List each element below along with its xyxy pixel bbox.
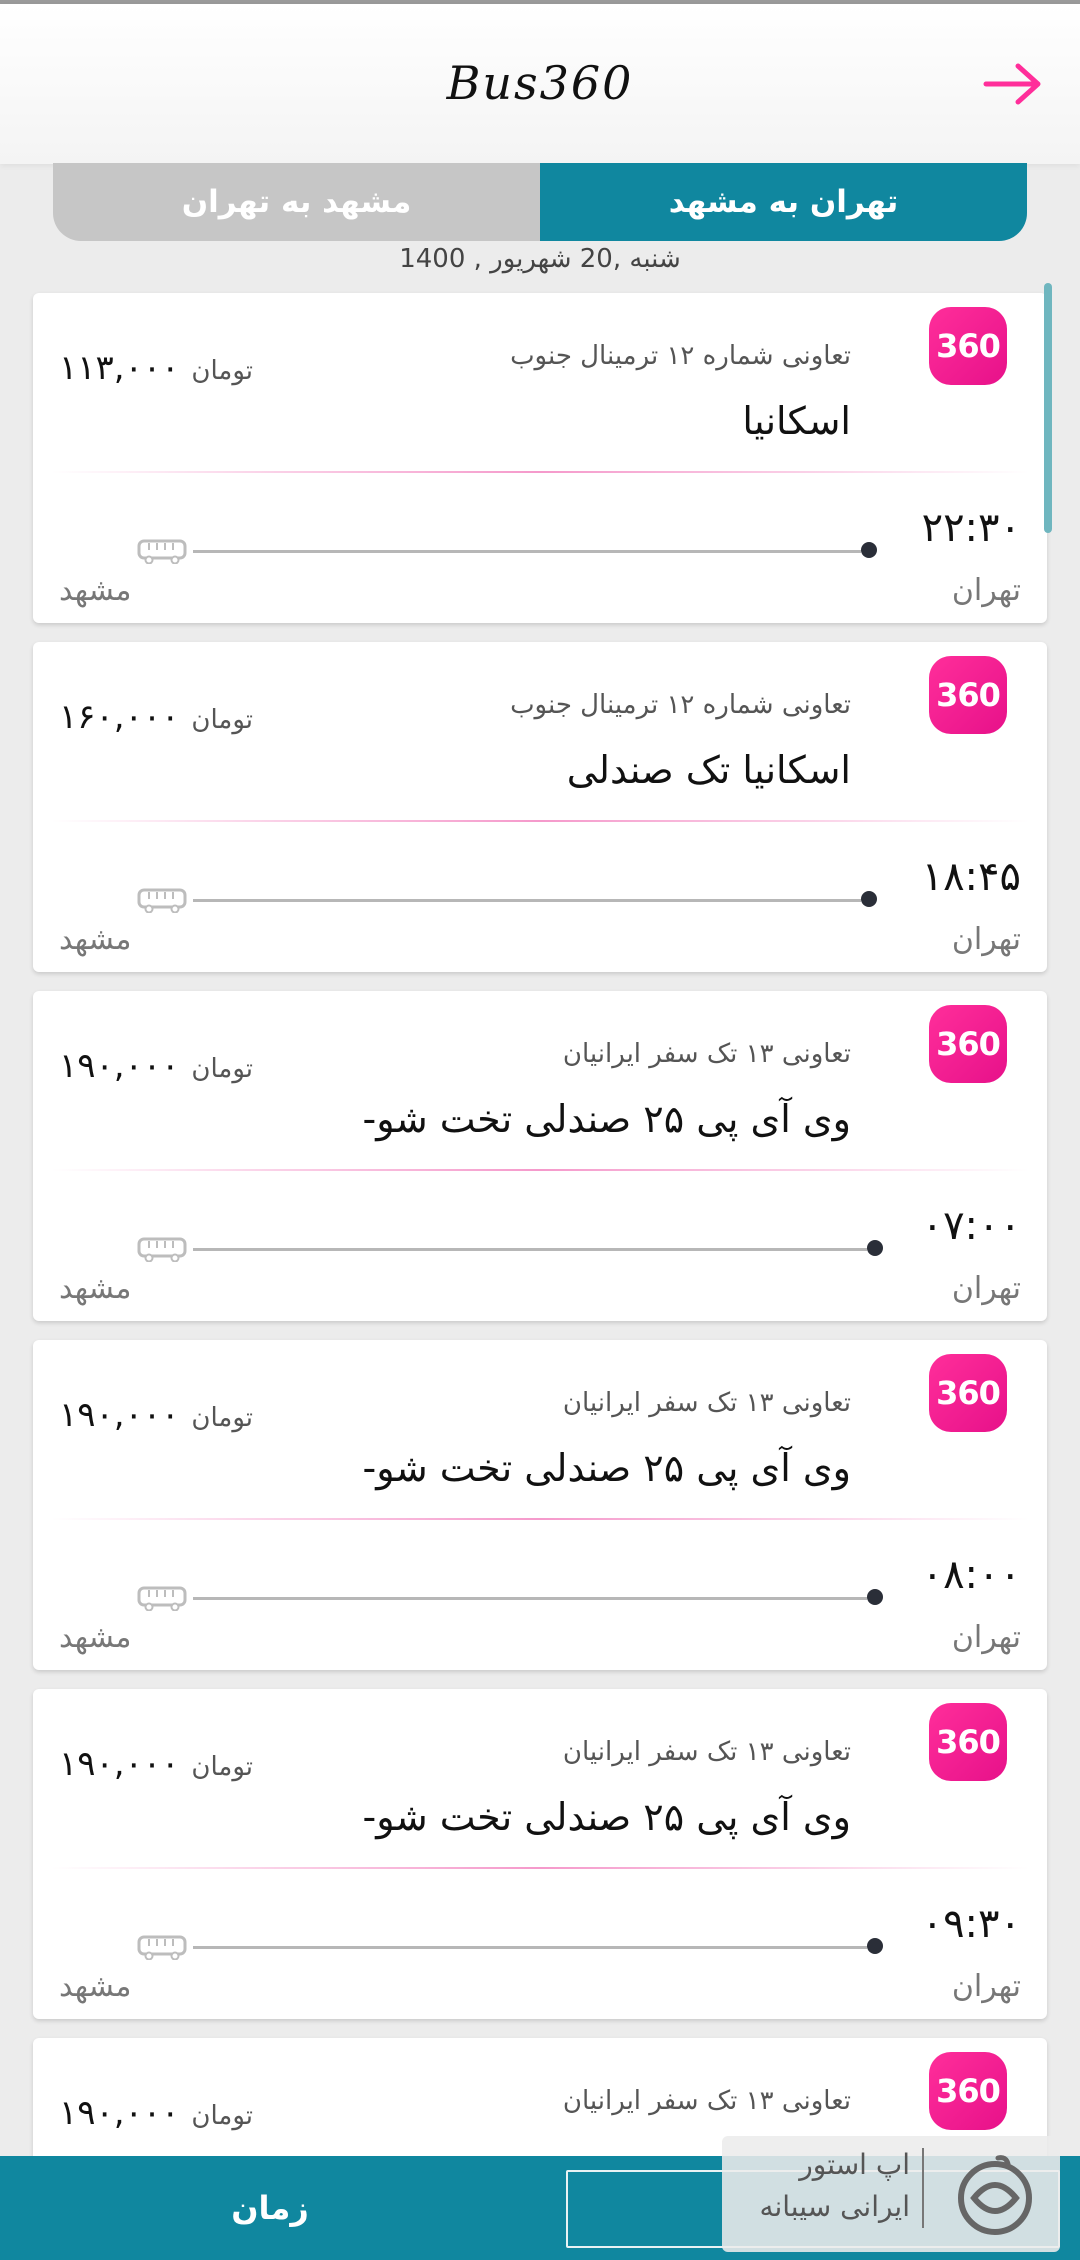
bus360-badge-icon: 360 (929, 1354, 1007, 1432)
price-currency: تومان (191, 2101, 254, 2131)
bus-icon (137, 1237, 187, 1262)
sort-by-time-button[interactable]: زمان (0, 2156, 540, 2260)
departure-time: ۰۸:۰۰ (921, 1552, 1021, 1598)
price-currency: تومان (191, 705, 254, 735)
scrollbar[interactable] (1044, 283, 1052, 533)
price: ۱۹۰,۰۰۰ تومان (59, 2093, 253, 2133)
route-line (193, 899, 861, 902)
origin-dot (867, 1938, 883, 1954)
origin-dot (861, 542, 877, 558)
price-value: ۱۹۰,۰۰۰ (59, 1744, 180, 1784)
price-currency: تومان (191, 1752, 254, 1782)
departure-time: ۰۷:۰۰ (921, 1203, 1021, 1249)
price-currency: تومان (191, 1403, 254, 1433)
price: ۱۶۰,۰۰۰ تومان (59, 697, 253, 737)
bus-icon (137, 1586, 187, 1611)
origin-dot (867, 1240, 883, 1256)
company-name: تعاونی ۱۳ تک سفر ایرانیان (562, 2086, 851, 2116)
bus360-badge-icon: 360 (929, 656, 1007, 734)
origin-city: تهران (951, 1620, 1021, 1655)
departure-time: ۱۸:۴۵ (921, 854, 1021, 900)
store-line-1: اپ استور (799, 2148, 910, 2181)
destination-city: مشهد (59, 1969, 132, 2004)
price: ۱۹۰,۰۰۰ تومان (59, 1046, 253, 1086)
bus-icon (137, 539, 187, 564)
bus360-badge-icon: 360 (929, 2052, 1007, 2130)
card-divider (51, 471, 1029, 473)
origin-city: تهران (951, 1969, 1021, 2004)
price-currency: تومان (191, 1054, 254, 1084)
trip-card[interactable]: 360 تعاونی شماره ۱۲ ترمینال جنوب اسکانیا ۱۱… (33, 293, 1047, 623)
tab-mashhad-to-tehran[interactable]: مشهد به تهران (53, 163, 540, 241)
direction-tabs: مشهد به تهران تهران به مشهد (53, 163, 1027, 241)
destination-city: مشهد (59, 1620, 132, 1655)
store-watermark-text: اپ استور ایرانی سیبانه (759, 2144, 910, 2228)
price-value: ۱۹۰,۰۰۰ (59, 1046, 180, 1086)
card-divider (51, 1169, 1029, 1171)
bus-type: وی آی پی ۲۵ صندلی تخت شو- (362, 1446, 852, 1490)
bus-icon (137, 888, 187, 913)
origin-dot (861, 891, 877, 907)
price-value: ۱۹۰,۰۰۰ (59, 1395, 180, 1435)
card-divider (51, 820, 1029, 822)
route-line (193, 1946, 867, 1949)
route-line (193, 550, 861, 553)
price: ۱۹۰,۰۰۰ تومان (59, 1744, 253, 1784)
travel-date: شنبه ,20 شهریور , 1400 (399, 244, 681, 274)
bus360-badge-icon: 360 (929, 307, 1007, 385)
origin-city: تهران (951, 922, 1021, 957)
destination-city: مشهد (59, 573, 132, 608)
company-name: تعاونی ۱۳ تک سفر ایرانیان (562, 1737, 851, 1767)
trip-card[interactable]: 360 تعاونی شماره ۱۲ ترمینال جنوب اسکانیا ت… (33, 642, 1047, 972)
price: ۱۹۰,۰۰۰ تومان (59, 1395, 253, 1435)
company-name: تعاونی ۱۳ تک سفر ایرانیان (562, 1388, 851, 1418)
bus-type: وی آی پی ۲۵ صندلی تخت شو- (362, 1097, 852, 1141)
store-divider (922, 2148, 924, 2228)
origin-dot (867, 1589, 883, 1605)
price-currency: تومان (191, 356, 254, 386)
store-line-2: ایرانی سیبانه (759, 2190, 910, 2223)
bus-type: اسکانیا (742, 399, 851, 443)
company-name: تعاونی ۱۳ تک سفر ایرانیان (562, 1039, 851, 1069)
bus360-badge-icon: 360 (929, 1005, 1007, 1083)
trip-card[interactable]: 360 تعاونی ۱۳ تک سفر ایرانیان وی آی پی ۲۵ … (33, 991, 1047, 1321)
origin-city: تهران (951, 573, 1021, 608)
card-divider (51, 1867, 1029, 1869)
departure-time: ۲۲:۳۰ (921, 505, 1021, 551)
app-logo: Bus360 (446, 56, 634, 110)
route-line (193, 1597, 867, 1600)
tab-tehran-to-mashhad[interactable]: تهران به مشهد (540, 163, 1027, 241)
arrow-right-icon[interactable] (982, 59, 1044, 109)
price-value: ۱۱۳,۰۰۰ (59, 348, 180, 388)
destination-city: مشهد (59, 922, 132, 957)
app-header: Bus360 (0, 4, 1080, 164)
origin-city: تهران (951, 1271, 1021, 1306)
destination-city: مشهد (59, 1271, 132, 1306)
trip-card[interactable]: 360 تعاونی ۱۳ تک سفر ایرانیان وی آی پی ۲۵ … (33, 1340, 1047, 1670)
bus-type: وی آی پی ۲۵ صندلی تخت شو- (362, 1795, 852, 1839)
store-watermark: اپ استور ایرانی سیبانه (722, 2136, 1060, 2252)
trip-card[interactable]: 360 تعاونی ۱۳ تک سفر ایرانیان وی آی پی ۲۵ … (33, 1689, 1047, 2019)
company-name: تعاونی شماره ۱۲ ترمینال جنوب (510, 341, 851, 371)
card-divider (51, 1518, 1029, 1520)
route-line (193, 1248, 867, 1251)
price-value: ۱۹۰,۰۰۰ (59, 2093, 180, 2133)
bus-icon (137, 1935, 187, 1960)
bus360-badge-icon: 360 (929, 1703, 1007, 1781)
bus-type: اسکانیا تک صندلی (566, 748, 851, 792)
company-name: تعاونی شماره ۱۲ ترمینال جنوب (510, 690, 851, 720)
price-value: ۱۶۰,۰۰۰ (59, 697, 180, 737)
store-logo-icon (958, 2155, 1032, 2235)
departure-time: ۰۹:۳۰ (921, 1901, 1021, 1947)
price: ۱۱۳,۰۰۰ تومان (59, 348, 253, 388)
